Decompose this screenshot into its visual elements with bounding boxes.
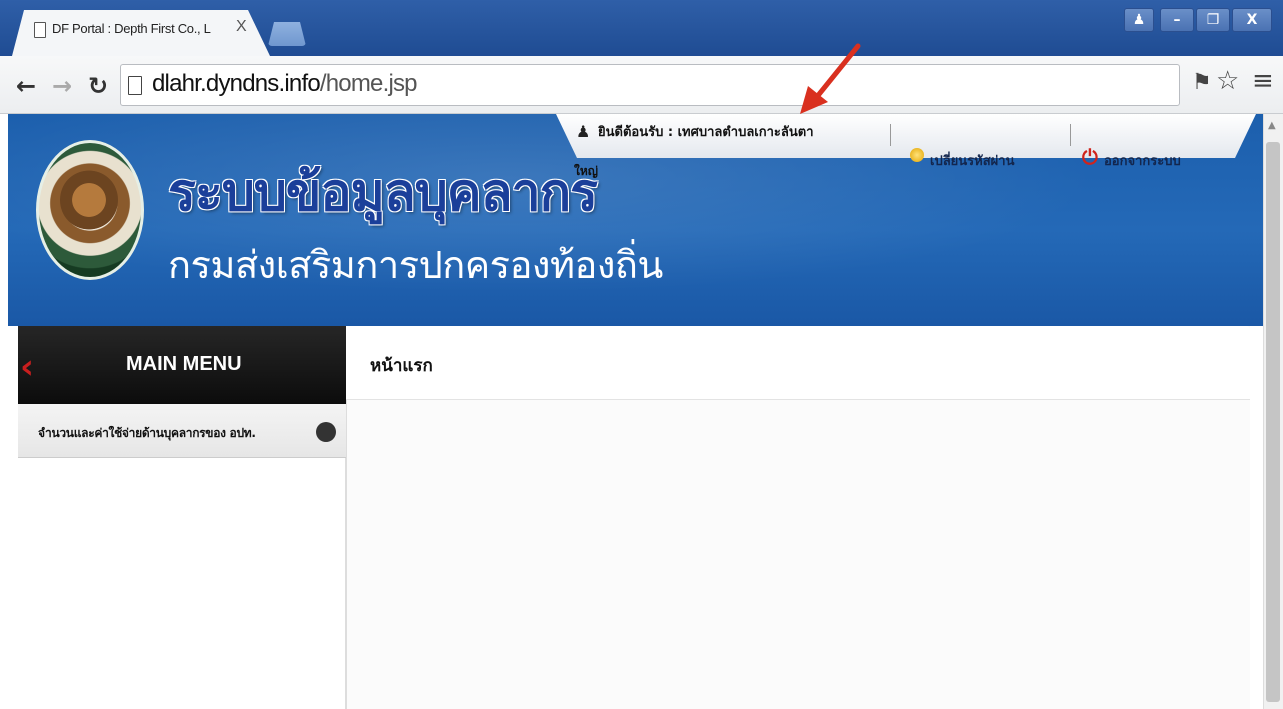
expand-circle-icon[interactable] <box>316 422 336 442</box>
url-path: /home.jsp <box>319 70 418 97</box>
close-icon[interactable]: X <box>1232 8 1272 32</box>
logo-emblem <box>60 170 118 230</box>
change-password-link[interactable]: เปลี่ยนรหัสผ่าน <box>930 150 1014 171</box>
menu-icon[interactable]: ≡ <box>1252 66 1274 96</box>
main-header <box>346 326 1250 400</box>
tab-title: DF Portal : Depth First Co., L <box>52 21 211 36</box>
tab-close-icon[interactable]: X <box>236 18 247 36</box>
annotation-arrow-icon <box>800 43 861 114</box>
scroll-up-icon[interactable]: ▲ <box>1268 120 1276 131</box>
welcome-text: ยินดีต้อนรับ : เทศบาลตำบลเกาะลันตา <box>598 125 814 140</box>
restore-icon[interactable]: ❐ <box>1196 8 1230 32</box>
main-menu-title: MAIN MENU <box>126 353 242 375</box>
minimize-icon[interactable]: – <box>1160 8 1194 32</box>
page-title: หน้าแรก <box>370 356 433 376</box>
site-title: ระบบข้อมูลบุคลากร <box>168 163 598 223</box>
user-icon: ♟ <box>576 122 591 141</box>
sidebar-item-label: จำนวนและค่าใช้จ่ายด้านบุคลากรของ อปท. <box>38 426 256 440</box>
url-host: dlahr.dyndns.info <box>152 70 321 97</box>
star-icon[interactable]: ☆ <box>1216 66 1239 96</box>
key-icon[interactable]: ⚑ <box>1192 70 1212 95</box>
divider <box>1070 124 1071 146</box>
new-tab-button[interactable] <box>268 22 306 46</box>
chevron-left-icon[interactable]: ‹ <box>20 350 34 384</box>
divider <box>890 124 891 146</box>
url-text[interactable]: dlahr.dyndns.info/home.jsp <box>152 70 418 98</box>
user-icon[interactable]: ♟ <box>1124 8 1154 32</box>
reload-icon[interactable]: ↻ <box>88 72 108 100</box>
forward-icon[interactable]: → <box>52 72 72 100</box>
back-icon[interactable]: ← <box>16 72 36 100</box>
scrollbar-thumb[interactable] <box>1266 142 1280 702</box>
page-icon <box>128 76 142 95</box>
power-icon[interactable]: ⏻ <box>1082 145 1098 169</box>
page-icon <box>34 22 46 38</box>
logout-link[interactable]: ออกจากระบบ <box>1104 150 1181 171</box>
key-icon[interactable] <box>910 148 924 162</box>
site-subtitle: กรมส่งเสริมการปกครองท้องถิ่น <box>168 243 663 287</box>
